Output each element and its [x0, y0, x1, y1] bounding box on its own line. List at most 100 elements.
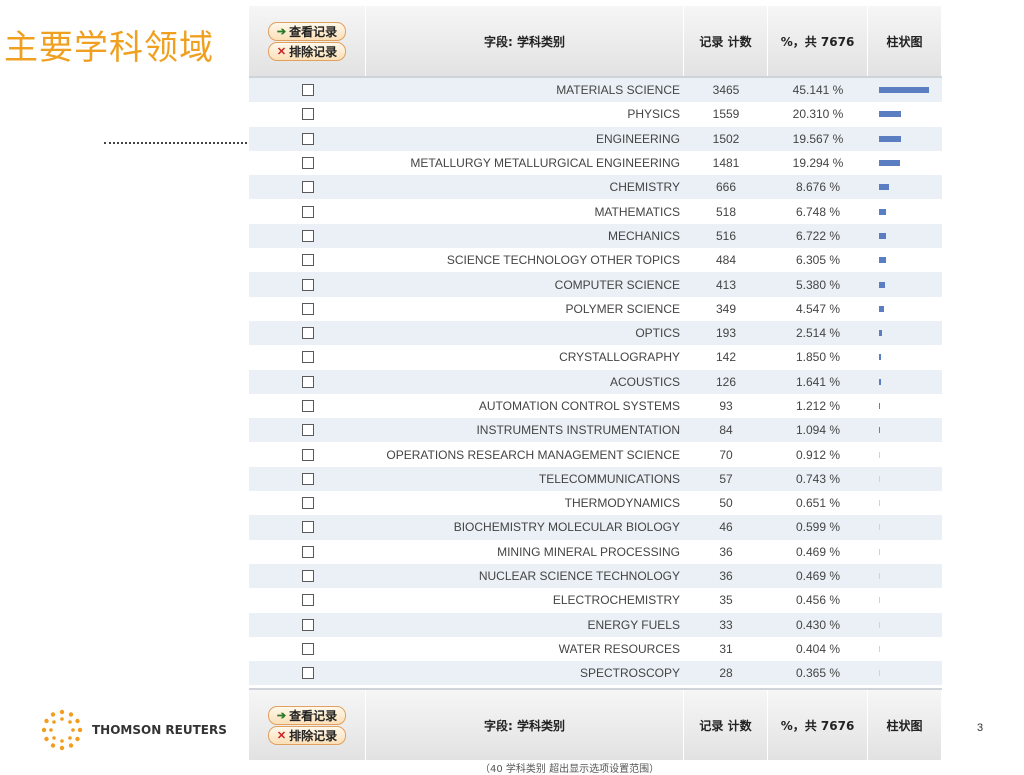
category-name: INSTRUMENTS INSTRUMENTATION	[476, 423, 680, 438]
row-checkbox[interactable]	[301, 108, 314, 121]
row-checkbox[interactable]	[301, 132, 314, 145]
table-row: CRYSTALLOGRAPHY 142 1.850 %	[249, 345, 942, 369]
table-row: OPERATIONS RESEARCH MANAGEMENT SCIENCE 70…	[249, 442, 942, 466]
category-name: WATER RESOURCES	[558, 641, 680, 656]
row-checkbox[interactable]	[301, 545, 314, 558]
record-percent: 19.567 %	[792, 131, 844, 146]
table-row: THERMODYNAMICS 50 0.651 %	[249, 491, 942, 515]
row-checkbox[interactable]	[301, 497, 314, 510]
record-percent: 6.748 %	[795, 204, 841, 219]
table-row: ACOUSTICS 126 1.641 %	[249, 369, 942, 394]
exclude-records-button-bottom[interactable]: ✕ 排除记录	[267, 725, 347, 745]
record-percent: 0.743 %	[795, 471, 841, 486]
record-count: 516	[715, 228, 737, 243]
row-checkbox[interactable]	[301, 521, 314, 534]
row-checkbox[interactable]	[301, 375, 314, 388]
row-checkbox[interactable]	[301, 84, 314, 97]
category-name: PHYSICS	[627, 107, 680, 122]
table-row: METALLURGY METALLURGICAL ENGINEERING 1481…	[249, 151, 942, 175]
percent-bar	[879, 330, 882, 337]
record-count: 142	[715, 350, 737, 365]
record-percent: 0.912 %	[795, 447, 841, 462]
column-header-bar: 柱状图	[868, 690, 942, 760]
record-percent: 0.599 %	[795, 520, 841, 535]
category-name: THERMODYNAMICS	[564, 496, 680, 511]
table-row: SPECTROSCOPY 28 0.365 %	[249, 661, 942, 686]
table-row: AUTOMATION CONTROL SYSTEMS 93 1.212 %	[249, 394, 942, 418]
record-count: 3465	[712, 83, 740, 98]
percent-bar	[879, 208, 886, 215]
category-name: CHEMISTRY	[609, 180, 680, 195]
percent-bar	[879, 378, 881, 385]
percent-bar	[879, 645, 880, 652]
subject-category-table: ➔ 查看记录 ✕ 排除记录 字段: 学科类别 记录 计数 %，共 7676 柱状…	[249, 6, 942, 686]
table-row: ELECTROCHEMISTRY 35 0.456 %	[249, 588, 942, 612]
record-percent: 19.294 %	[792, 156, 844, 171]
row-checkbox[interactable]	[301, 327, 314, 340]
arrow-right-icon: ➔	[276, 708, 287, 722]
record-count: 70	[719, 447, 733, 462]
row-checkbox[interactable]	[301, 448, 314, 461]
record-percent: 0.651 %	[795, 496, 841, 511]
record-percent: 0.365 %	[795, 666, 841, 681]
table-row: SCIENCE TECHNOLOGY OTHER TOPICS 484 6.305 …	[249, 248, 942, 272]
percent-bar	[879, 597, 880, 604]
table-row: MATERIALS SCIENCE 3465 45.141 %	[249, 78, 942, 103]
record-count: 1481	[712, 156, 740, 171]
category-name: BIOCHEMISTRY MOLECULAR BIOLOGY	[453, 520, 680, 535]
percent-bar	[879, 451, 880, 458]
arrow-right-icon: ➔	[276, 24, 287, 38]
table-row: BIOCHEMISTRY MOLECULAR BIOLOGY 46 0.599 %	[249, 515, 942, 540]
table-row: CHEMISTRY 666 8.676 %	[249, 175, 942, 200]
record-count: 35	[719, 593, 733, 608]
exclude-records-button[interactable]: ✕ 排除记录	[267, 41, 347, 61]
row-checkbox[interactable]	[301, 594, 314, 607]
row-checkbox[interactable]	[301, 181, 314, 194]
record-count: 46	[719, 520, 733, 535]
percent-bar	[879, 670, 880, 677]
table-row: MATHEMATICS 518 6.748 %	[249, 199, 942, 223]
category-name: ACOUSTICS	[609, 374, 680, 389]
row-checkbox[interactable]	[301, 205, 314, 218]
record-percent: 20.310 %	[792, 107, 844, 122]
row-checkbox[interactable]	[301, 667, 314, 680]
view-records-button[interactable]: ➔ 查看记录	[267, 21, 347, 41]
record-count: 28	[719, 666, 733, 681]
record-percent: 1.212 %	[795, 399, 841, 413]
table-row: ENERGY FUELS 33 0.430 %	[249, 612, 942, 637]
row-checkbox[interactable]	[301, 254, 314, 267]
record-count: 36	[719, 544, 733, 559]
record-count: 518	[715, 204, 737, 219]
category-name: POLYMER SCIENCE	[565, 301, 680, 316]
column-header-bar: 柱状图	[868, 6, 942, 76]
record-count: 31	[719, 641, 733, 656]
row-checkbox[interactable]	[301, 570, 314, 583]
record-count: 57	[719, 471, 733, 486]
record-percent: 0.456 %	[795, 593, 841, 608]
percent-bar	[879, 475, 880, 482]
view-records-button-bottom[interactable]: ➔ 查看记录	[267, 705, 347, 725]
category-name: OPTICS	[635, 326, 680, 341]
row-checkbox[interactable]	[301, 642, 314, 655]
row-checkbox[interactable]	[301, 278, 314, 291]
table-row: PHYSICS 1559 20.310 %	[249, 102, 942, 126]
category-name: AUTOMATION CONTROL SYSTEMS	[478, 399, 680, 413]
category-name: MECHANICS	[607, 228, 680, 243]
record-count: 413	[715, 277, 737, 292]
row-checkbox[interactable]	[301, 351, 314, 364]
row-checkbox[interactable]	[301, 157, 314, 170]
category-name: NUCLEAR SCIENCE TECHNOLOGY	[478, 569, 680, 584]
row-checkbox[interactable]	[301, 472, 314, 485]
category-name: ENERGY FUELS	[587, 617, 680, 632]
percent-bar	[879, 354, 881, 361]
row-checkbox[interactable]	[301, 618, 314, 631]
page-number: 3	[977, 722, 984, 734]
category-name: SPECTROSCOPY	[579, 666, 680, 681]
category-name: OPERATIONS RESEARCH MANAGEMENT SCIENCE	[386, 447, 680, 462]
row-checkbox[interactable]	[301, 424, 314, 437]
record-count: 484	[715, 253, 737, 268]
row-checkbox[interactable]	[301, 400, 314, 412]
percent-bar	[879, 87, 929, 94]
row-checkbox[interactable]	[301, 229, 314, 242]
row-checkbox[interactable]	[301, 302, 314, 315]
